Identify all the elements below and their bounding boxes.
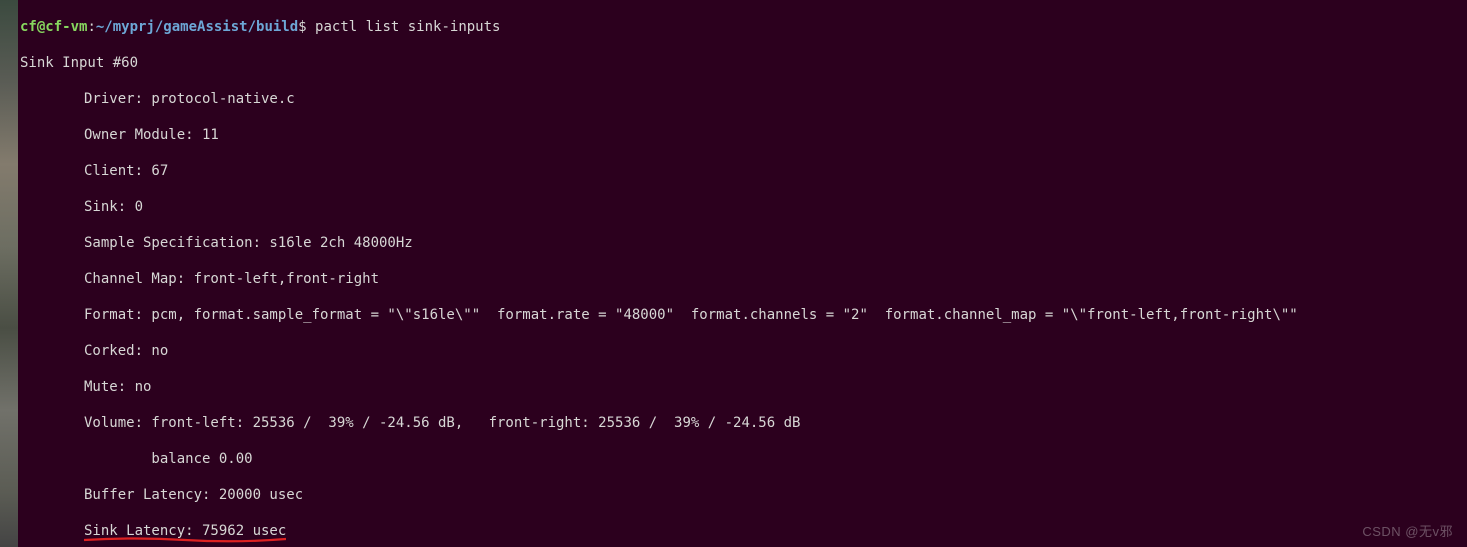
field-sink-latency: Sink Latency: 75962 usec [20, 522, 1467, 540]
field-client: Client: 67 [20, 162, 1467, 180]
field-channel-map: Channel Map: front-left,front-right [20, 270, 1467, 288]
field-driver: Driver: protocol-native.c [20, 90, 1467, 108]
sink-input-header: Sink Input #60 [20, 54, 1467, 72]
field-sample-spec: Sample Specification: s16le 2ch 48000Hz [20, 234, 1467, 252]
field-mute: Mute: no [20, 378, 1467, 396]
field-corked: Corked: no [20, 342, 1467, 360]
prompt-path: ~/myprj/gameAssist/build [96, 19, 298, 35]
field-sink: Sink: 0 [20, 198, 1467, 216]
field-owner-module: Owner Module: 11 [20, 126, 1467, 144]
command-text: pactl list sink-inputs [315, 19, 500, 35]
field-volume-line1: Volume: front-left: 25536 / 39% / -24.56… [20, 414, 1467, 432]
prompt-user-host: cf@cf-vm [20, 19, 87, 35]
terminal-output[interactable]: cf@cf-vm:~/myprj/gameAssist/build$ pactl… [18, 0, 1467, 547]
field-format: Format: pcm, format.sample_format = "\"s… [20, 306, 1467, 324]
field-volume-line2: balance 0.00 [20, 450, 1467, 468]
field-buffer-latency: Buffer Latency: 20000 usec [20, 486, 1467, 504]
sink-latency-text: Sink Latency: 75962 usec [84, 523, 286, 539]
desktop-background-strip [0, 0, 18, 547]
watermark-text: CSDN @无v邪 [1362, 523, 1453, 541]
prompt-line[interactable]: cf@cf-vm:~/myprj/gameAssist/build$ pactl… [20, 18, 1467, 36]
